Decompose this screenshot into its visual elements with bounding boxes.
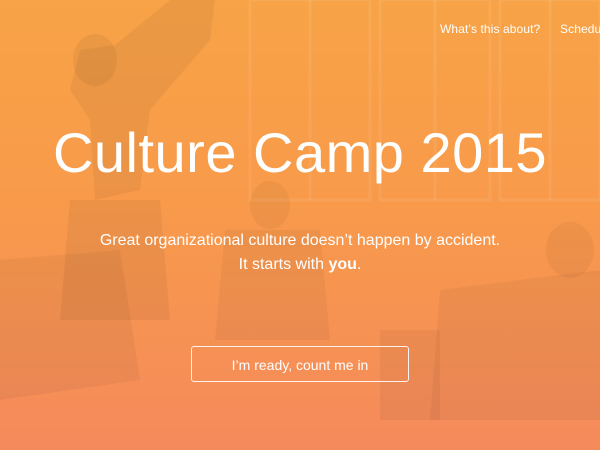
page-title: Culture Camp 2015 [52,121,548,184]
subtitle-emphasis: you [328,256,357,273]
signup-cta-button[interactable]: I’m ready, count me in [191,346,409,382]
subtitle-line-2-suffix: . [356,256,362,273]
hero-subtitle: Great organizational culture doesn’t hap… [0,229,600,277]
subtitle-line-2-prefix: It starts with [238,256,329,273]
subtitle-line-1: Great organizational culture doesn’t hap… [99,232,501,249]
top-navigation: What’s this about? Schedule [0,22,600,40]
nav-link-schedule[interactable]: Schedule [560,22,600,36]
nav-link-about[interactable]: What’s this about? [440,22,540,36]
hero-section: What’s this about? Schedule Culture Camp… [0,0,600,450]
